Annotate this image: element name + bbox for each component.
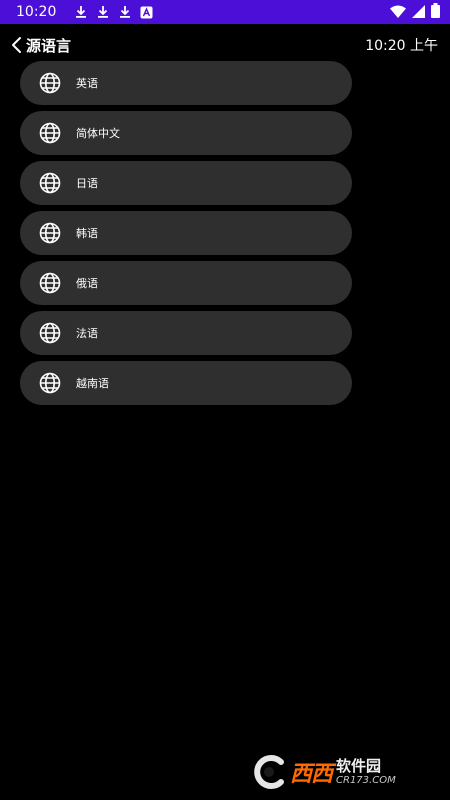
globe-icon <box>38 71 62 95</box>
status-bar: 10:20 <box>0 0 450 24</box>
language-label: 韩语 <box>76 227 98 240</box>
language-item-russian[interactable]: 俄语 <box>20 261 352 305</box>
header: 源语言 10:20 上午 <box>0 30 450 60</box>
status-system-icons <box>390 2 440 22</box>
status-notification-icons <box>74 5 153 19</box>
signal-icon <box>412 3 425 22</box>
language-item-english[interactable]: 英语 <box>20 61 352 105</box>
language-item-french[interactable]: 法语 <box>20 311 352 355</box>
download-icon <box>74 5 88 19</box>
language-label: 简体中文 <box>76 127 120 140</box>
globe-icon <box>38 171 62 195</box>
watermark-c-icon <box>248 751 290 793</box>
a-badge-icon <box>140 6 153 19</box>
page-title: 源语言 <box>26 36 72 55</box>
language-label: 日语 <box>76 177 98 190</box>
language-label: 英语 <box>76 77 98 90</box>
language-item-japanese[interactable]: 日语 <box>20 161 352 205</box>
language-item-simplified-chinese[interactable]: 简体中文 <box>20 111 352 155</box>
language-item-vietnamese[interactable]: 越南语 <box>20 361 352 405</box>
watermark-url: CR173.COM <box>336 775 396 786</box>
download-icon <box>96 5 110 19</box>
watermark-name: 软件园 <box>336 757 382 775</box>
watermark-text: 软件园 CR173.COM <box>336 757 396 787</box>
download-icon <box>118 5 132 19</box>
header-clock: 10:20 上午 <box>365 38 438 54</box>
watermark-brand: 西西 <box>290 762 333 787</box>
language-list: 英语 简体中文 日语 韩语 俄语 法语 越南语 <box>20 61 352 411</box>
language-item-korean[interactable]: 韩语 <box>20 211 352 255</box>
language-label: 俄语 <box>76 277 98 290</box>
globe-icon <box>38 321 62 345</box>
language-label: 法语 <box>76 327 98 340</box>
globe-icon <box>38 371 62 395</box>
globe-icon <box>38 221 62 245</box>
wifi-icon <box>390 3 406 22</box>
status-time: 10:20 <box>16 4 57 20</box>
battery-icon <box>431 2 440 22</box>
chevron-left-icon[interactable] <box>10 36 24 54</box>
globe-icon <box>38 271 62 295</box>
globe-icon <box>38 121 62 145</box>
language-label: 越南语 <box>76 377 109 390</box>
watermark-logo: 西西 软件园 CR173.COM <box>248 750 432 794</box>
